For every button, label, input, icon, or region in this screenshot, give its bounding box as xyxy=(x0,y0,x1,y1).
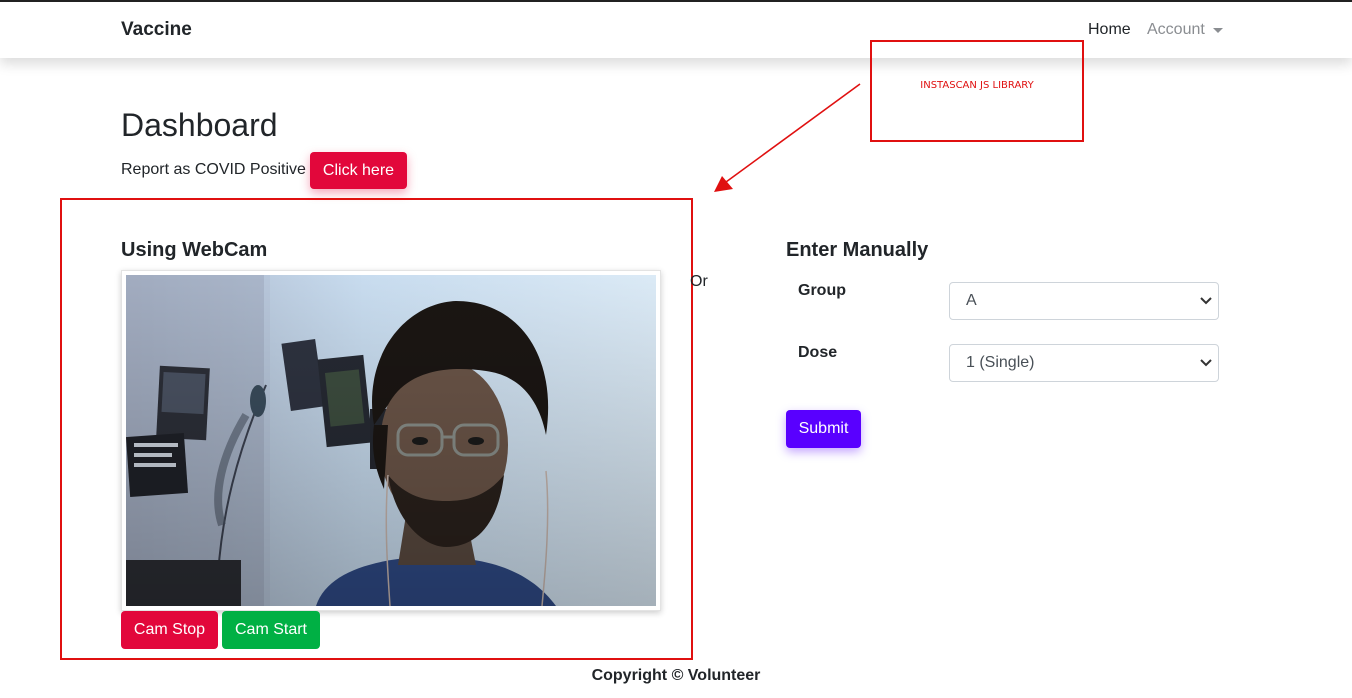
group-select-value: A xyxy=(966,292,977,309)
cam-stop-button[interactable]: Cam Stop xyxy=(121,611,218,649)
webcam-video xyxy=(126,275,656,606)
group-label: Group xyxy=(798,282,846,299)
report-covid-text: Report as COVID Positive xyxy=(121,161,306,178)
dose-label: Dose xyxy=(798,344,838,361)
report-covid-button[interactable]: Click here xyxy=(310,152,407,189)
cam-start-button[interactable]: Cam Start xyxy=(222,611,320,649)
group-select[interactable]: A xyxy=(949,282,1219,320)
or-separator: Or xyxy=(690,273,708,290)
webcam-preview xyxy=(121,270,661,611)
webcam-title: Using WebCam xyxy=(121,239,268,261)
footer-copyright: Copyright © Volunteer xyxy=(591,667,761,684)
chevron-down-icon xyxy=(1200,297,1212,305)
dose-select-value: 1 (Single) xyxy=(966,354,1035,371)
submit-button[interactable]: Submit xyxy=(786,410,861,448)
page-title: Dashboard xyxy=(121,107,278,143)
dose-select[interactable]: 1 (Single) xyxy=(949,344,1219,382)
chevron-down-icon xyxy=(1200,359,1212,367)
manual-entry-title: Enter Manually xyxy=(786,239,929,261)
